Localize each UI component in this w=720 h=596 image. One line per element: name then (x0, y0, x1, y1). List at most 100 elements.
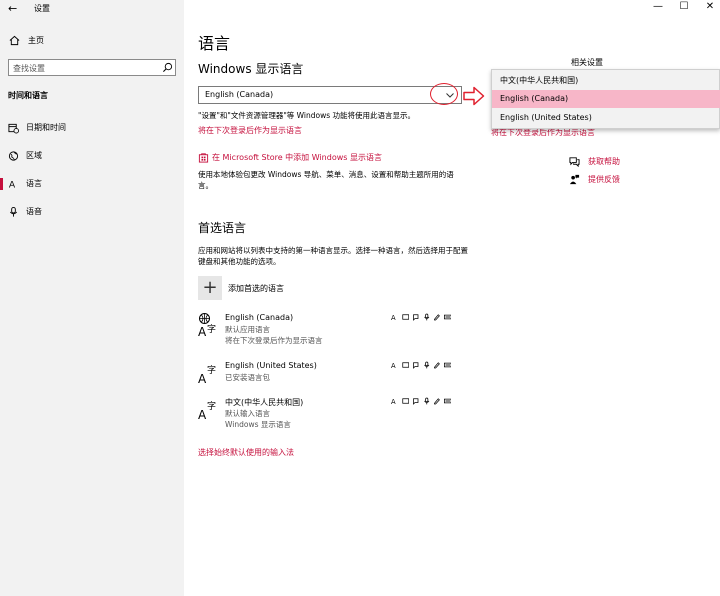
sidebar-item-label: 区域 (26, 151, 42, 160)
language-name: 中文(中华人民共和国) (225, 398, 304, 407)
dropdown-option-label: English (Canada) (500, 94, 569, 103)
sidebar-item-home[interactable]: 主页 (9, 34, 44, 46)
sidebar-item-language[interactable]: A 语言 (0, 177, 184, 191)
svg-text:A: A (198, 372, 207, 386)
sidebar-item-region[interactable]: 区域 (0, 149, 184, 163)
svg-text:A: A (391, 398, 396, 406)
dropdown-option-selected[interactable]: English (Canada) (492, 90, 720, 108)
display-language-note: "设置"和"文件资源管理器"等 Windows 功能将使用此语言显示。 (198, 111, 416, 120)
svg-text:字: 字 (207, 400, 216, 412)
app-title: 设置 (34, 4, 50, 13)
related-settings-heading: 相关设置 (571, 58, 603, 67)
search-icon (162, 62, 173, 73)
feedback-label: 提供反馈 (588, 174, 620, 184)
pending-display-language-note: 将在下次登录后作为显示语言 (198, 126, 302, 135)
language-status: 已安装语言包 (225, 373, 270, 382)
svg-text:A: A (391, 362, 396, 370)
annotation-circle (430, 83, 458, 105)
dropdown-option-label: English (United States) (500, 113, 592, 122)
language-feature-icon: A (391, 314, 396, 322)
speech-feature-icon (413, 314, 419, 321)
preferred-languages-description: 应用和网站将以列表中支持的第一种语言显示。选择一种语言，然后选择用于配置键盘和其… (198, 246, 468, 266)
language-status: Windows 显示语言 (225, 420, 291, 429)
language-item-english-canada[interactable]: A 字 English (Canada) 默认应用语言 将在下次登录后作为显示语… (198, 312, 458, 346)
display-feature-icon (401, 398, 409, 404)
sidebar-item-label: 语言 (26, 179, 42, 188)
microphone-feature-icon (423, 397, 429, 405)
language-dropdown-list: 中文(中华人民共和国) English (Canada) English (Un… (491, 69, 720, 129)
language-features: A (391, 312, 451, 322)
language-features: A (391, 360, 451, 370)
globe-icon (8, 151, 19, 161)
chat-help-icon (569, 156, 580, 167)
keyboard-feature-icon (443, 362, 451, 368)
display-language-dropdown[interactable]: English (Canada) (198, 86, 462, 104)
language-feature-icon: A (391, 362, 396, 370)
back-button[interactable]: ← (8, 2, 17, 15)
store-link[interactable]: 在 Microsoft Store 中添加 Windows 显示语言 (198, 151, 382, 163)
close-button[interactable]: ✕ (703, 1, 717, 12)
display-feature-icon (401, 314, 409, 320)
search-input[interactable]: 查找设置 (8, 59, 176, 76)
language-pack-icon: A 字 (198, 400, 216, 422)
store-link-label: 在 Microsoft Store 中添加 Windows 显示语言 (212, 152, 382, 162)
sidebar-item-date-time[interactable]: 日期和时间 (0, 121, 184, 135)
language-pack-display-icon: A 字 (198, 313, 216, 338)
maximize-button[interactable]: ☐ (677, 1, 691, 12)
store-description: 使用本地体验包更改 Windows 导航、菜单、消息、设置和帮助主题所用的语言。 (198, 170, 454, 190)
search-placeholder: 查找设置 (13, 64, 45, 73)
language-feature-icon: A (391, 398, 396, 406)
svg-text:字: 字 (207, 323, 216, 335)
keyboard-feature-icon (443, 314, 451, 320)
svg-text:A: A (198, 325, 207, 338)
svg-text:A: A (391, 314, 396, 322)
get-help-link[interactable]: 获取帮助 (569, 155, 620, 167)
language-icon: A (9, 180, 16, 190)
sidebar-section-heading: 时间和语言 (8, 91, 48, 100)
page-title: 语言 (198, 34, 231, 53)
language-name: English (United States) (225, 361, 317, 370)
feedback-link[interactable]: 提供反馈 (569, 173, 620, 185)
add-language-button[interactable]: + 添加首选的语言 (198, 276, 284, 300)
language-features: A (391, 396, 451, 406)
svg-text:A: A (198, 408, 207, 422)
handwriting-feature-icon (434, 314, 440, 321)
dropdown-option[interactable]: English (United States) (492, 109, 720, 127)
dropdown-value: English (Canada) (205, 90, 274, 99)
selected-indicator (0, 178, 3, 190)
microphone-feature-icon (423, 313, 429, 321)
language-status: 将在下次登录后作为显示语言 (225, 336, 323, 345)
speech-feature-icon (413, 362, 419, 369)
preferred-languages-heading: 首选语言 (198, 221, 247, 235)
input-method-link[interactable]: 选择始终默认使用的输入法 (198, 447, 294, 458)
feedback-person-icon (569, 174, 580, 184)
minimize-button[interactable]: — (651, 1, 665, 12)
language-item-english-us[interactable]: A 字 English (United States) 已安装语言包 A (198, 360, 458, 386)
language-status: 默认应用语言 (225, 325, 270, 334)
annotation-arrow-icon (463, 86, 485, 106)
calendar-clock-icon (8, 123, 19, 134)
get-help-label: 获取帮助 (588, 156, 620, 166)
add-language-label: 添加首选的语言 (228, 283, 284, 293)
display-language-heading: Windows 显示语言 (198, 62, 304, 76)
keyboard-feature-icon (443, 398, 451, 404)
language-name: English (Canada) (225, 313, 294, 322)
sidebar-item-label: 日期和时间 (26, 123, 66, 132)
sidebar-item-label: 主页 (28, 35, 44, 45)
sidebar: ← 设置 主页 查找设置 时间和语言 日期和时间 区域 A 语言 语音 (0, 0, 184, 596)
sidebar-item-speech[interactable]: 语音 (0, 205, 184, 219)
svg-text:A: A (9, 180, 16, 190)
display-feature-icon (401, 362, 409, 368)
svg-text:字: 字 (207, 364, 216, 376)
handwriting-feature-icon (434, 362, 440, 369)
home-icon (9, 35, 20, 45)
plus-icon: + (198, 276, 222, 300)
language-pack-icon: A 字 (198, 364, 216, 386)
sidebar-item-label: 语音 (26, 207, 42, 216)
language-item-chinese-prc[interactable]: A 字 中文(中华人民共和国) 默认输入语言 Windows 显示语言 A (198, 396, 458, 430)
dropdown-option-label: 中文(中华人民共和国) (500, 76, 579, 85)
microphone-feature-icon (423, 361, 429, 369)
speech-feature-icon (413, 398, 419, 405)
dropdown-option[interactable]: 中文(中华人民共和国) (492, 71, 720, 89)
language-status: 默认输入语言 (225, 409, 270, 418)
